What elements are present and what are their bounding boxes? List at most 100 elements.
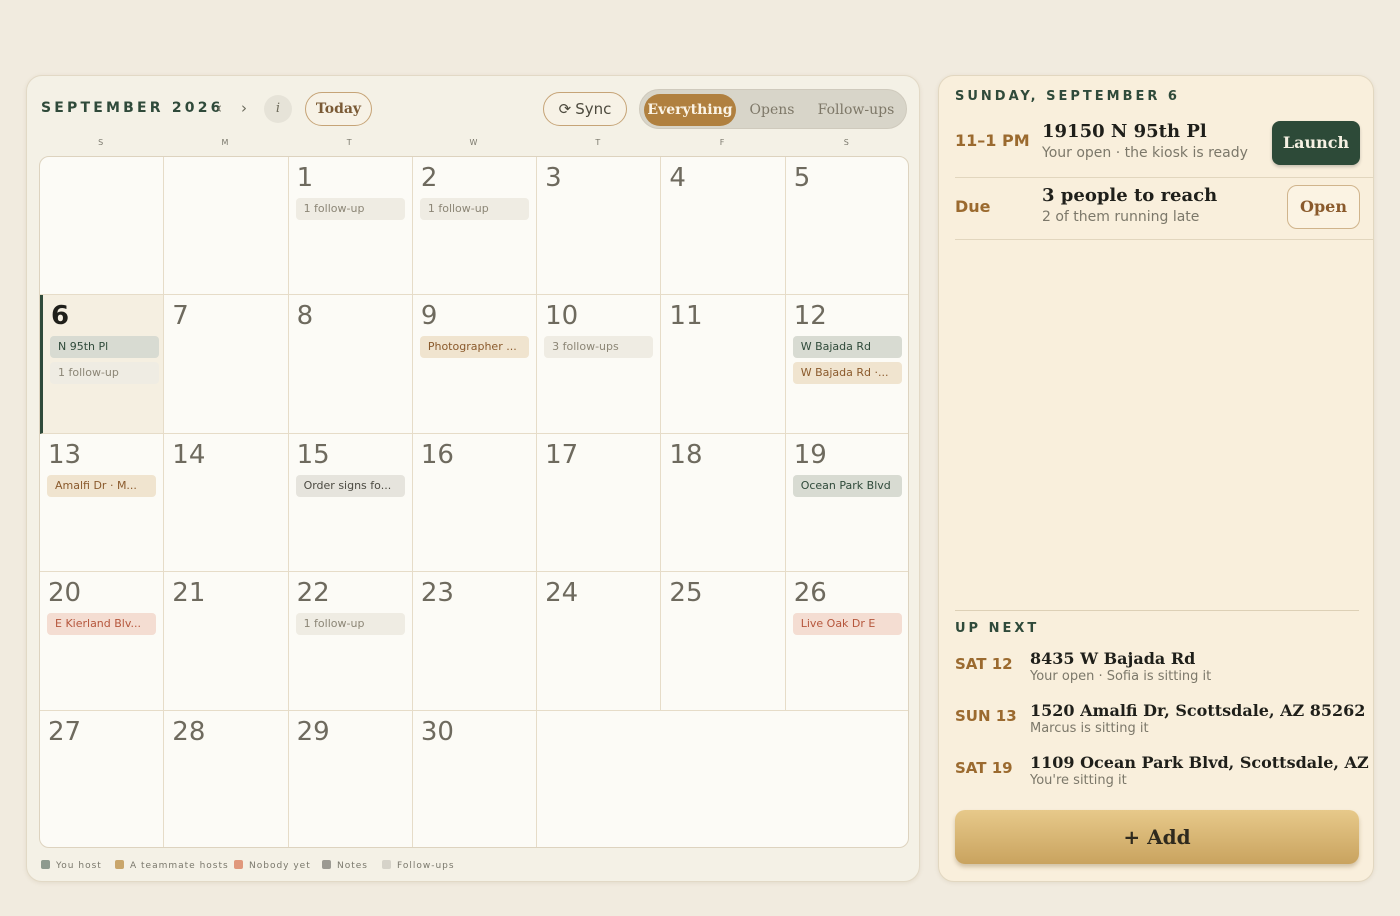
legend-item: Notes [322, 860, 368, 871]
legend-label: Follow-ups [397, 861, 455, 871]
day-cell-21[interactable]: 21 [164, 572, 289, 711]
selected-day-title: SUNDAY, SEPTEMBER 6 [955, 89, 1180, 104]
day-number: 3 [545, 163, 562, 193]
day-cell-4[interactable]: 4 [661, 157, 786, 296]
open-button[interactable]: Open [1287, 185, 1360, 229]
day-number: 15 [296, 439, 330, 470]
event-time: Due [955, 197, 991, 216]
up-next-subtitle: You're sitting it [1030, 773, 1127, 788]
event-chip[interactable]: W Bajada Rd ·... [792, 362, 902, 385]
event-chip[interactable]: Ocean Park Blvd [792, 474, 902, 497]
prev-month-icon[interactable]: ‹ [208, 96, 230, 120]
day-cell-13[interactable]: 13 Amalfi Dr · M... [40, 433, 165, 573]
day-number: 27 [48, 716, 82, 747]
day-cell-20[interactable]: 20 E Kierland Blv... [40, 572, 165, 711]
info-button[interactable]: i [264, 95, 292, 123]
day-cell-empty [40, 157, 165, 296]
day-cell-11[interactable]: 11 [661, 295, 786, 434]
weekday-label: S [98, 138, 105, 147]
legend-swatch [234, 860, 243, 869]
event-chip[interactable]: 1 follow-up [295, 198, 405, 220]
event-subtitle: Your open · the kiosk is ready [1042, 145, 1248, 161]
day-cell-3[interactable]: 3 [537, 157, 662, 296]
day-cell-24[interactable]: 24 [537, 572, 662, 711]
day-cell-29[interactable]: 29 [289, 710, 413, 847]
day-cell-6[interactable]: 6 N 95th Pl 1 follow-up [40, 295, 165, 434]
event-chip[interactable]: 1 follow-up [295, 613, 405, 636]
day-cell-18[interactable]: 18 [661, 433, 786, 573]
day-cell-25[interactable]: 25 [661, 572, 786, 711]
day-cell-27[interactable]: 27 [40, 710, 165, 847]
day-number: 22 [296, 578, 330, 609]
day-cell-10[interactable]: 10 3 follow-ups [537, 295, 662, 434]
next-month-icon[interactable]: › [233, 96, 255, 120]
legend-swatch [382, 860, 391, 869]
day-cell-22[interactable]: 22 1 follow-up [288, 572, 413, 711]
day-cell-16[interactable]: 16 [412, 433, 538, 573]
day-number: 9 [420, 301, 438, 332]
calendar-panel: SEPTEMBER 2026 ‹ › i Today ⟳ Sync Everyth… [26, 75, 920, 882]
weekday-label: T [595, 138, 602, 147]
day-cell-19[interactable]: 19 Ocean Park Blvd [785, 434, 908, 573]
up-next-title-text: 1520 Amalfi Dr, Scottsdale, AZ 85262 [1030, 701, 1366, 720]
up-next-date: SAT 12 [955, 655, 1013, 673]
day-cell-8[interactable]: 8 [288, 295, 413, 434]
day-number: 2 [420, 163, 438, 193]
sync-icon: ⟳ [558, 100, 572, 118]
event-chip[interactable]: N 95th Pl [50, 336, 159, 359]
day-cell-28[interactable]: 28 [164, 710, 289, 847]
up-next-item[interactable]: SUN 13 1520 Amalfi Dr, Scottsdale, AZ 85… [955, 701, 1365, 741]
day-number: 26 [793, 578, 827, 609]
day-cell-17[interactable]: 17 [537, 433, 662, 573]
event-chip[interactable]: 1 follow-up [50, 362, 159, 385]
day-number: 14 [172, 439, 206, 470]
event-title: 3 people to reach [1042, 185, 1218, 206]
up-next-subtitle: Marcus is sitting it [1030, 721, 1149, 736]
launch-button[interactable]: Launch [1272, 121, 1360, 165]
day-cell-30[interactable]: 30 [413, 710, 538, 847]
event-chip[interactable]: Order signs fo... [295, 474, 405, 497]
day-cell-2[interactable]: 2 1 follow-up [412, 157, 538, 296]
day-number: 30 [420, 716, 454, 747]
event-row-due: Due 3 people to reach 2 of them running … [955, 178, 1373, 240]
event-chip[interactable]: Photographer ... [419, 336, 529, 359]
divider [955, 610, 1359, 611]
day-number: 7 [172, 301, 189, 332]
filter-everything[interactable]: Everything [644, 94, 736, 126]
day-cell-1[interactable]: 1 1 follow-up [288, 157, 413, 296]
month-grid: 1 1 follow-up 2 1 follow-up 3 4 5 6 N 95th Pl 1 f… [39, 156, 909, 848]
event-title: 19150 N 95th Pl [1042, 121, 1207, 142]
event-chip[interactable]: 1 follow-up [419, 198, 529, 220]
filter-opens[interactable]: Opens [740, 94, 804, 126]
day-cell-7[interactable]: 7 [164, 295, 289, 434]
day-number: 8 [296, 301, 314, 332]
filter-follow-ups[interactable]: Follow-ups [808, 94, 904, 126]
day-cell-12[interactable]: 12 W Bajada Rd W Bajada Rd ·... [785, 295, 908, 434]
event-row-open: 11–1 PM 19150 N 95th Pl Your open · the … [955, 114, 1373, 178]
legend-item: Follow-ups [382, 860, 455, 871]
up-next-title-text: 1109 Ocean Park Blvd, Scottsdale, AZ 852… [1030, 753, 1373, 772]
day-cell-14[interactable]: 14 [164, 433, 289, 573]
up-next-item[interactable]: SAT 12 8435 W Bajada Rd Your open · Sofi… [955, 649, 1365, 689]
day-number: 24 [545, 578, 579, 609]
day-number: 29 [296, 716, 330, 747]
add-button[interactable]: + Add [955, 810, 1359, 864]
day-cell-23[interactable]: 23 [412, 572, 538, 711]
day-number: 4 [669, 163, 686, 193]
up-next-item[interactable]: SAT 19 1109 Ocean Park Blvd, Scottsdale,… [955, 753, 1373, 793]
day-cell-15[interactable]: 15 Order signs fo... [288, 433, 413, 573]
event-chip[interactable]: W Bajada Rd [792, 336, 902, 359]
day-cell-5[interactable]: 5 [785, 157, 908, 296]
day-cell-empty [164, 157, 289, 296]
day-cell-9[interactable]: 9 Photographer ... [412, 295, 538, 434]
up-next-title-text: 8435 W Bajada Rd [1030, 649, 1196, 668]
event-chip[interactable]: Live Oak Dr E [792, 613, 902, 636]
day-number: 10 [545, 301, 579, 332]
event-chip[interactable]: Amalfi Dr · M... [47, 474, 156, 497]
sync-button[interactable]: ⟳ Sync [543, 92, 627, 126]
legend-label: Nobody yet [249, 861, 311, 871]
event-chip[interactable]: E Kierland Blv... [47, 613, 156, 636]
today-button[interactable]: Today [305, 92, 372, 126]
event-chip[interactable]: 3 follow-ups [544, 336, 654, 359]
day-cell-26[interactable]: 26 Live Oak Dr E [785, 572, 908, 711]
